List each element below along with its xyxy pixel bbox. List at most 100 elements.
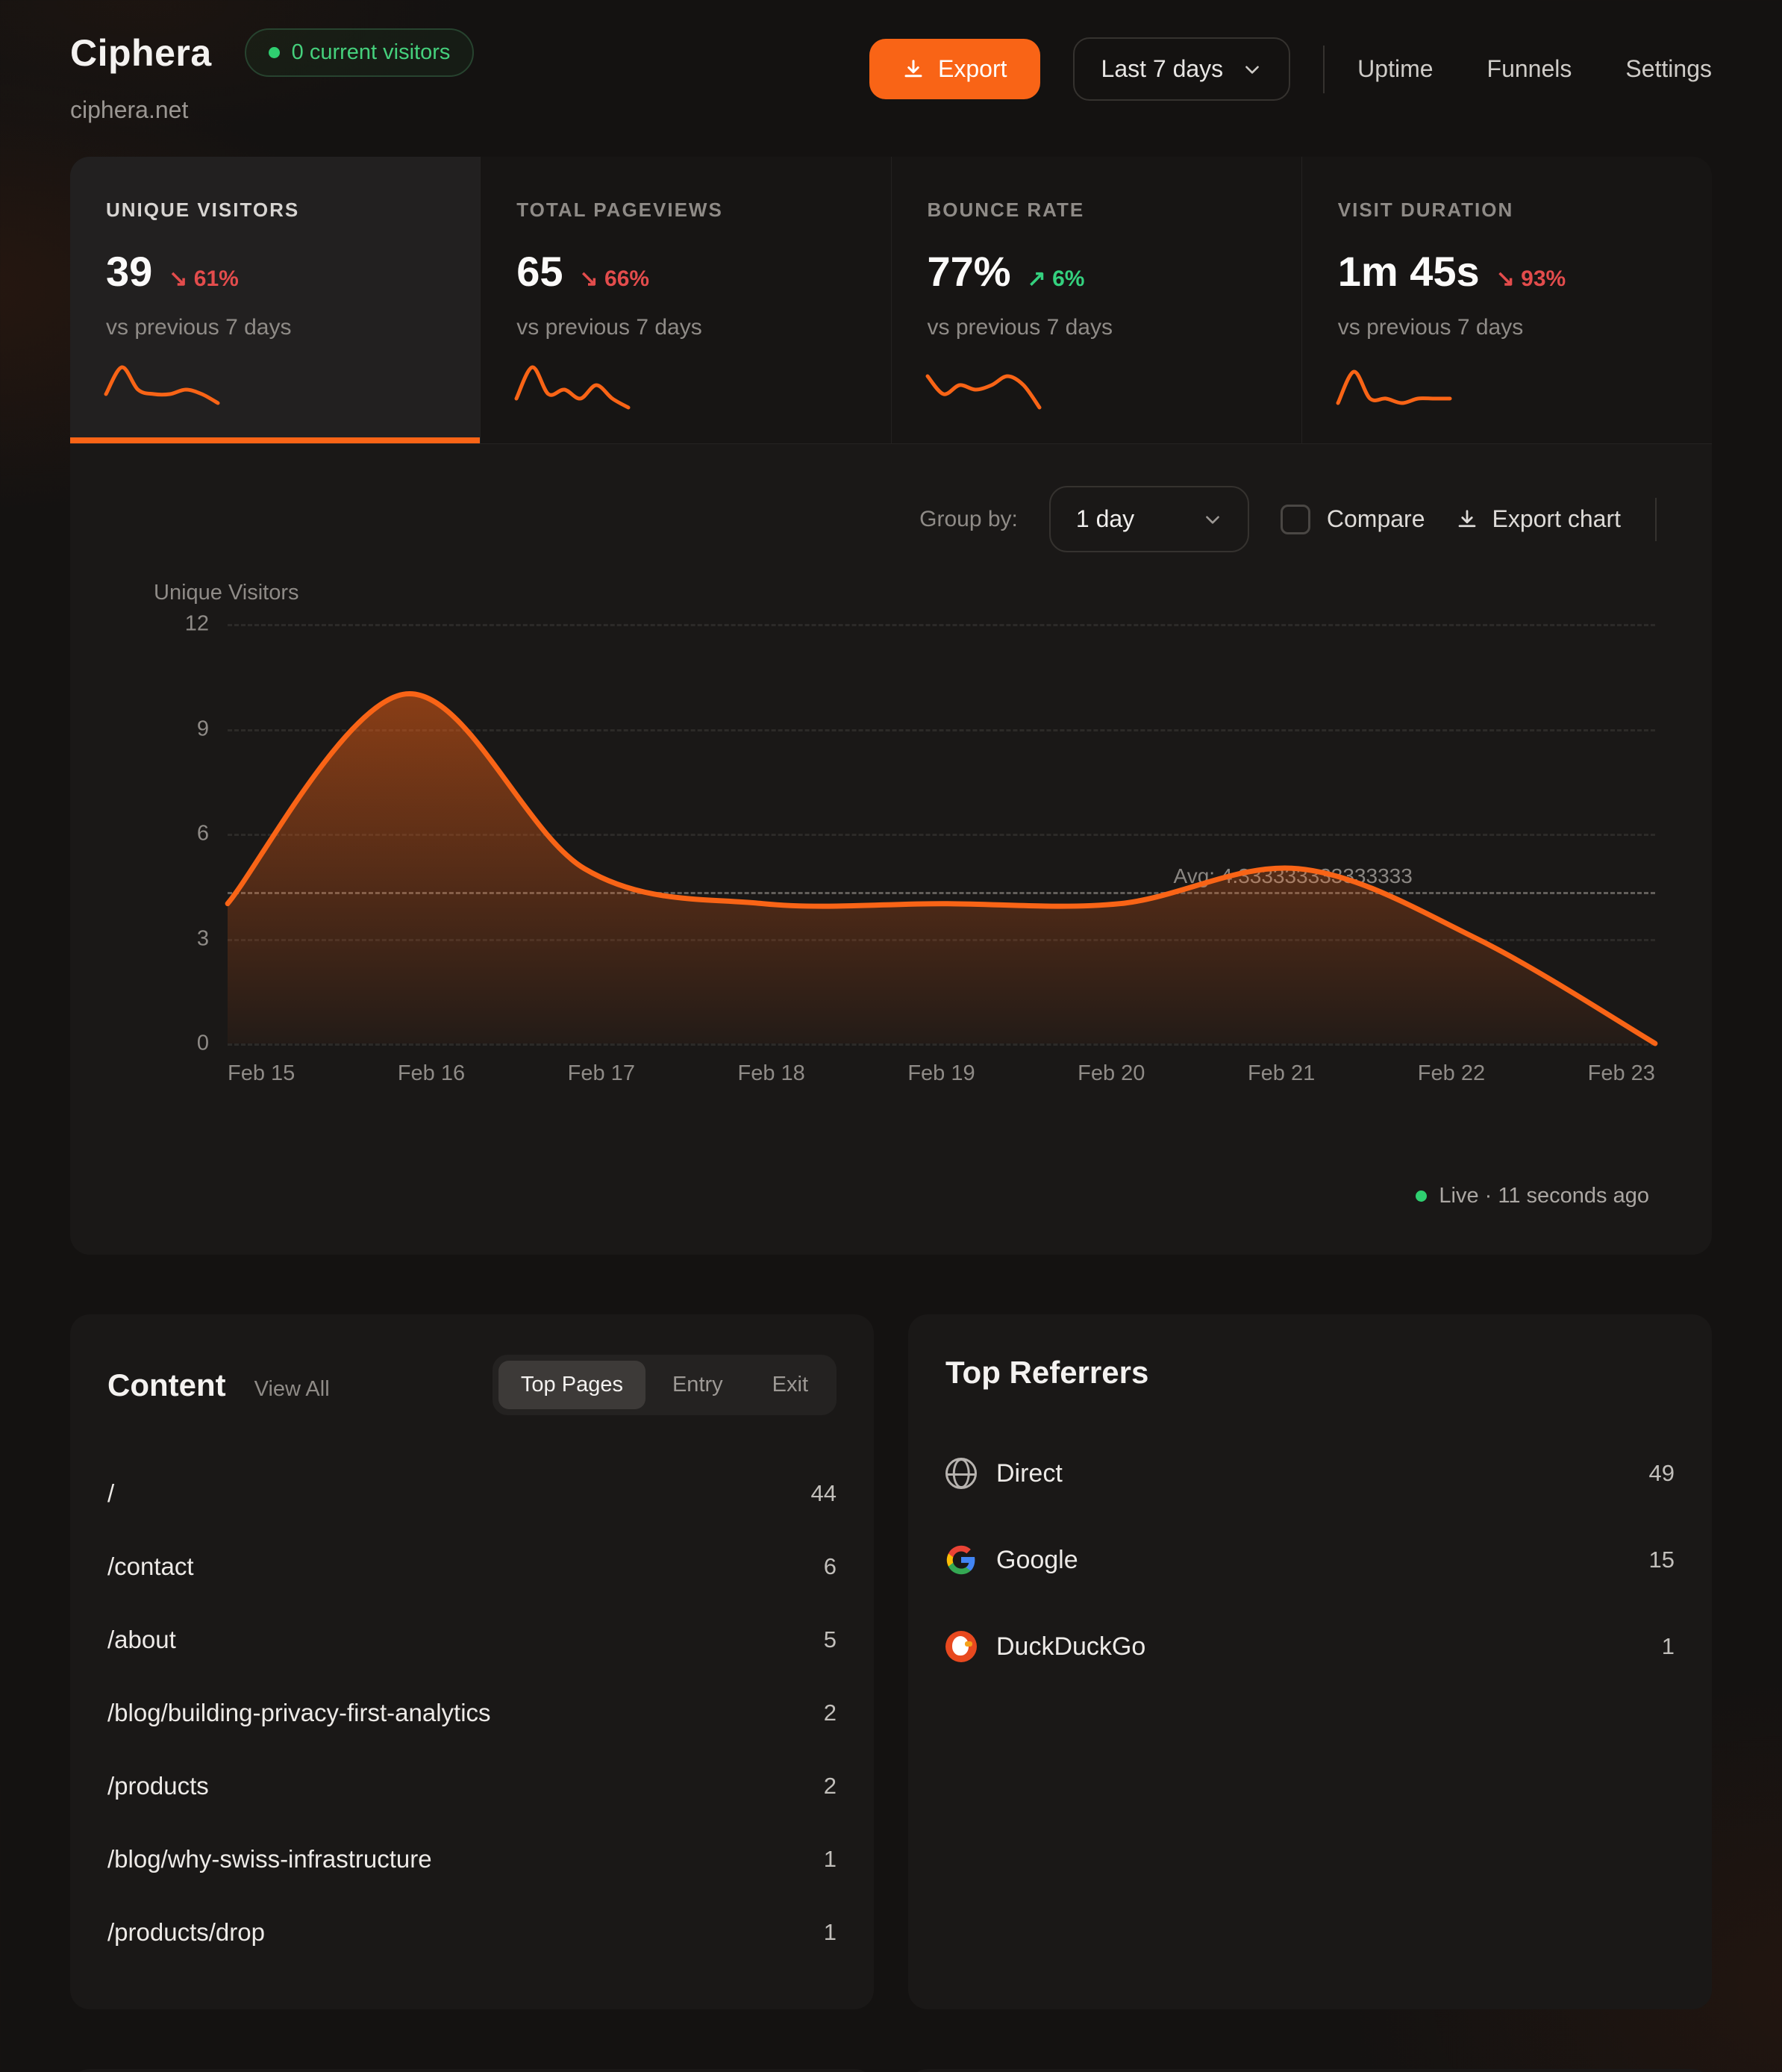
page-count: 1 [824, 1846, 837, 1873]
stat-delta: ↘ 61% [169, 266, 239, 292]
stat-sparkline [1338, 363, 1676, 421]
y-tick-label: 9 [119, 717, 209, 741]
page-row[interactable]: /44 [107, 1457, 837, 1530]
chevron-down-icon [1203, 510, 1222, 529]
nav-link-uptime[interactable]: Uptime [1357, 55, 1433, 83]
header-divider [1323, 46, 1325, 93]
page-path: /about [107, 1626, 176, 1654]
locations-card: Locations MapCountriesRegionsCities [70, 2069, 874, 2072]
live-status: Live · 11 seconds ago [119, 1154, 1663, 1234]
compare-checkbox[interactable] [1281, 505, 1310, 534]
page-path: / [107, 1479, 114, 1508]
top-pages-list: /44/contact 6/about 5/blog/building-privac… [107, 1457, 837, 1969]
referrer-count: 15 [1649, 1547, 1675, 1573]
globe-icon [945, 1458, 977, 1489]
current-visitors-label: 0 current visitors [292, 40, 451, 65]
x-tick-label: Feb 21 [1248, 1061, 1315, 1086]
stat-sparkline [928, 363, 1266, 421]
page-count: 2 [824, 1700, 837, 1726]
x-tick-label: Feb 20 [1078, 1061, 1145, 1086]
nav-link-settings[interactable]: Settings [1625, 55, 1712, 83]
main-nav: Uptime Funnels Settings [1357, 55, 1712, 83]
page-count: 5 [824, 1626, 837, 1653]
unique-visitors-chart: Unique Visitors Avg: 4.333333333333333 0… [119, 624, 1663, 1154]
view-all-link[interactable]: View All [254, 1377, 330, 1402]
page-row[interactable]: /about 5 [107, 1603, 837, 1676]
live-dot-icon [1416, 1191, 1427, 1202]
stat-card-3[interactable]: VISIT DURATION 1m 45s↘ 93% vs previous 7 d… [1302, 157, 1712, 443]
page-row[interactable]: /contact 6 [107, 1530, 837, 1603]
referrer-row[interactable]: Google 15 [945, 1522, 1675, 1598]
page-count: 1 [824, 1919, 837, 1946]
x-tick-label: Feb 16 [398, 1061, 465, 1086]
stat-value-row: 65 ↘ 66% [516, 247, 854, 296]
stat-value: 1m 45s [1338, 247, 1480, 296]
page-row[interactable]: /blog/building-privacy-first-analytics 2 [107, 1676, 837, 1750]
page-count: 2 [824, 1773, 837, 1800]
chart-controls: Group by: 1 day Compare Export chart [119, 486, 1663, 552]
y-tick-label: 0 [119, 1032, 209, 1056]
stat-compare-label: vs previous 7 days [1338, 315, 1676, 340]
x-tick-label: Feb 22 [1418, 1061, 1485, 1086]
page-path: /contact [107, 1553, 194, 1581]
x-axis-labels: Feb 15Feb 16Feb 17Feb 18Feb 19Feb 20Feb … [228, 1061, 1655, 1086]
referrer-name: DuckDuckGo [996, 1632, 1642, 1661]
export-button[interactable]: Export [869, 39, 1040, 99]
x-tick-label: Feb 23 [1588, 1061, 1655, 1086]
app-title: Ciphera [70, 31, 212, 75]
referrer-count: 1 [1662, 1633, 1675, 1660]
stat-label: VISIT DURATION [1338, 199, 1676, 222]
stat-card-1[interactable]: TOTAL PAGEVIEWS 65 ↘ 66% vs previous 7 days [481, 157, 891, 443]
stat-card-2[interactable]: BOUNCE RATE77%↗ 6%vs previous 7 days [892, 157, 1302, 443]
duckduckgo-icon [945, 1631, 977, 1662]
referrer-name: Google [996, 1546, 1630, 1575]
referrer-row[interactable]: Direct49 [945, 1435, 1675, 1511]
header: Ciphera 0 current visitors ciphera.net E… [70, 28, 1712, 124]
x-tick-label: Feb 19 [907, 1061, 975, 1086]
chart-series [228, 624, 1655, 1043]
chart-section: Group by: 1 day Compare Export chart Uni… [70, 444, 1712, 1255]
chevron-down-icon [1242, 60, 1262, 79]
stat-compare-label: vs previous 7 days [516, 315, 854, 340]
stat-value: 77% [928, 247, 1011, 296]
content-tab-exit[interactable]: Exit [750, 1361, 831, 1409]
stat-delta: ↘ 66% [580, 266, 650, 292]
download-icon [902, 58, 925, 81]
x-tick-label: Feb 18 [737, 1061, 804, 1086]
page-row[interactable]: /products/drop1 [107, 1896, 837, 1969]
stat-delta: ↗ 6% [1028, 266, 1085, 292]
stat-label: TOTAL PAGEVIEWS [516, 199, 854, 222]
current-visitors-badge: 0 current visitors [245, 28, 475, 77]
header-right: Export Last 7 days Uptime Funnels Settings [869, 37, 1712, 101]
header-left: Ciphera 0 current visitors ciphera.net [70, 28, 474, 124]
google-icon [945, 1544, 977, 1576]
page-row[interactable]: /products2 [107, 1750, 837, 1823]
stat-value-row: 1m 45s↘ 93% [1338, 247, 1676, 296]
referrers-list: Direct49 Google 15 DuckDuckGo 1 [945, 1435, 1675, 1685]
stat-label: UNIQUE VISITORS [106, 199, 444, 222]
stat-compare-label: vs previous 7 days [106, 315, 444, 340]
page-path: /blog/building-privacy-first-analytics [107, 1699, 491, 1727]
content-tab-top-pages[interactable]: Top Pages [498, 1361, 645, 1409]
page-count: 6 [824, 1553, 837, 1580]
referrer-count: 49 [1649, 1460, 1675, 1487]
chart-plot[interactable]: Avg: 4.333333333333333 [228, 624, 1655, 1043]
referrer-row[interactable]: DuckDuckGo 1 [945, 1608, 1675, 1685]
stat-sparkline [516, 363, 854, 421]
export-chart-button[interactable]: Export chart [1456, 505, 1621, 533]
gridline-0 [228, 1043, 1655, 1046]
technology-card: Technology BrowsersOsDevicesScreens Chro… [908, 2069, 1712, 2072]
date-range-select[interactable]: Last 7 days [1073, 37, 1291, 101]
y-tick-label: 6 [119, 822, 209, 846]
stat-value: 65 [516, 247, 563, 296]
analytics-panel: UNIQUE VISITORS39↘ 61%vs previous 7 days… [70, 157, 1712, 1255]
x-tick-label: Feb 15 [228, 1061, 295, 1086]
group-by-select[interactable]: 1 day [1049, 486, 1249, 552]
download-icon [1456, 508, 1478, 531]
page-row[interactable]: /blog/why-swiss-infrastructure 1 [107, 1823, 837, 1896]
stat-card-0[interactable]: UNIQUE VISITORS39↘ 61%vs previous 7 days [70, 157, 481, 443]
content-tab-entry[interactable]: Entry [650, 1361, 745, 1409]
compare-toggle[interactable]: Compare [1281, 505, 1425, 534]
page-path: /blog/why-swiss-infrastructure [107, 1845, 432, 1873]
nav-link-funnels[interactable]: Funnels [1487, 55, 1572, 83]
